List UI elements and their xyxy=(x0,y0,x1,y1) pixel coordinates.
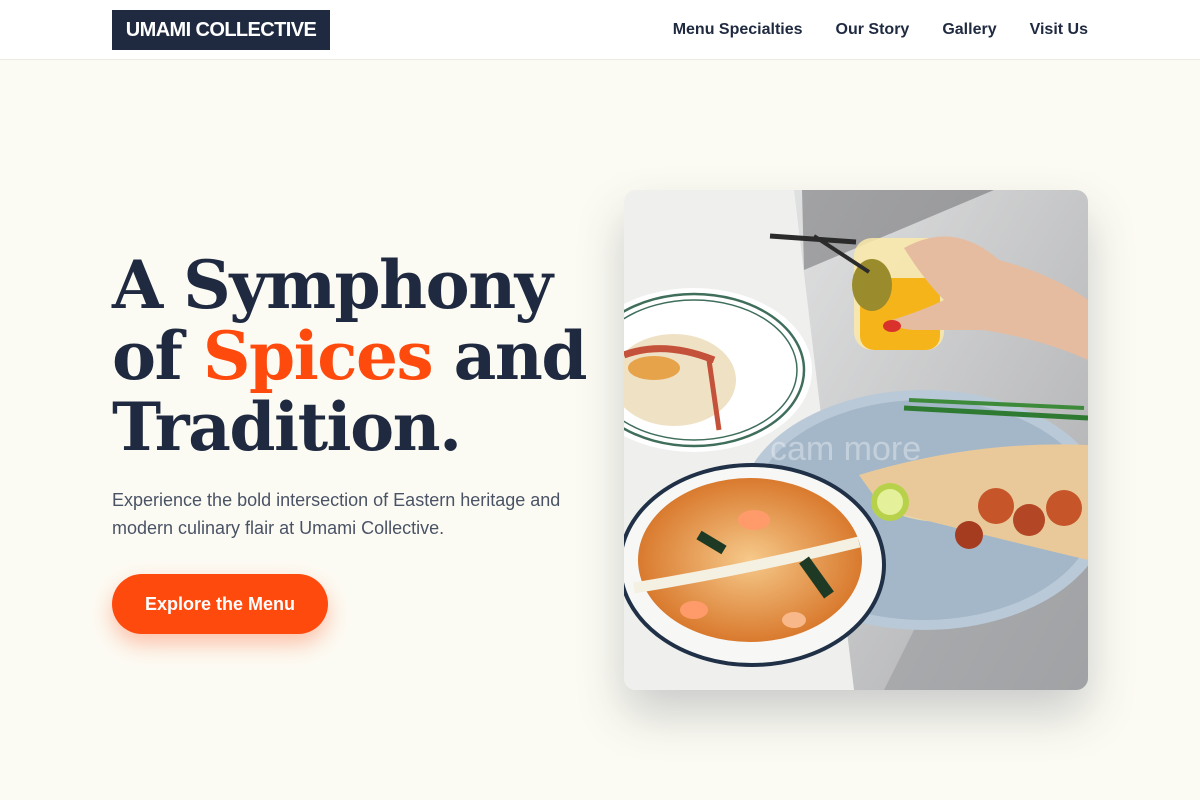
explore-menu-button[interactable]: Explore the Menu xyxy=(112,574,328,634)
hero-title-line-3: Tradition. xyxy=(112,388,462,466)
hero-title: A Symphony of Spices and Tradition. xyxy=(112,250,632,463)
hero-food-image: cam more xyxy=(624,190,1088,690)
hero-title-of: of xyxy=(112,317,203,395)
main-nav: Menu Specialties Our Story Gallery Visit… xyxy=(640,0,1088,60)
nav-visit-us[interactable]: Visit Us xyxy=(1030,21,1088,39)
hero-description: Experience the bold intersection of East… xyxy=(112,490,561,538)
site-header: UMAMI COLLECTIVE Menu Specialties Our St… xyxy=(0,0,1200,60)
nav-gallery[interactable]: Gallery xyxy=(942,21,996,39)
image-watermark: cam more xyxy=(770,430,921,468)
hero-title-accent: Spices xyxy=(202,317,434,395)
hero-title-and: and xyxy=(432,317,588,395)
nav-menu-specialties[interactable]: Menu Specialties xyxy=(673,21,803,39)
hero-title-line-1: A Symphony xyxy=(112,246,553,324)
brand-logo[interactable]: UMAMI COLLECTIVE xyxy=(112,10,330,50)
food-photo-illustration: cam more xyxy=(624,190,1088,690)
nav-our-story[interactable]: Our Story xyxy=(836,21,910,39)
